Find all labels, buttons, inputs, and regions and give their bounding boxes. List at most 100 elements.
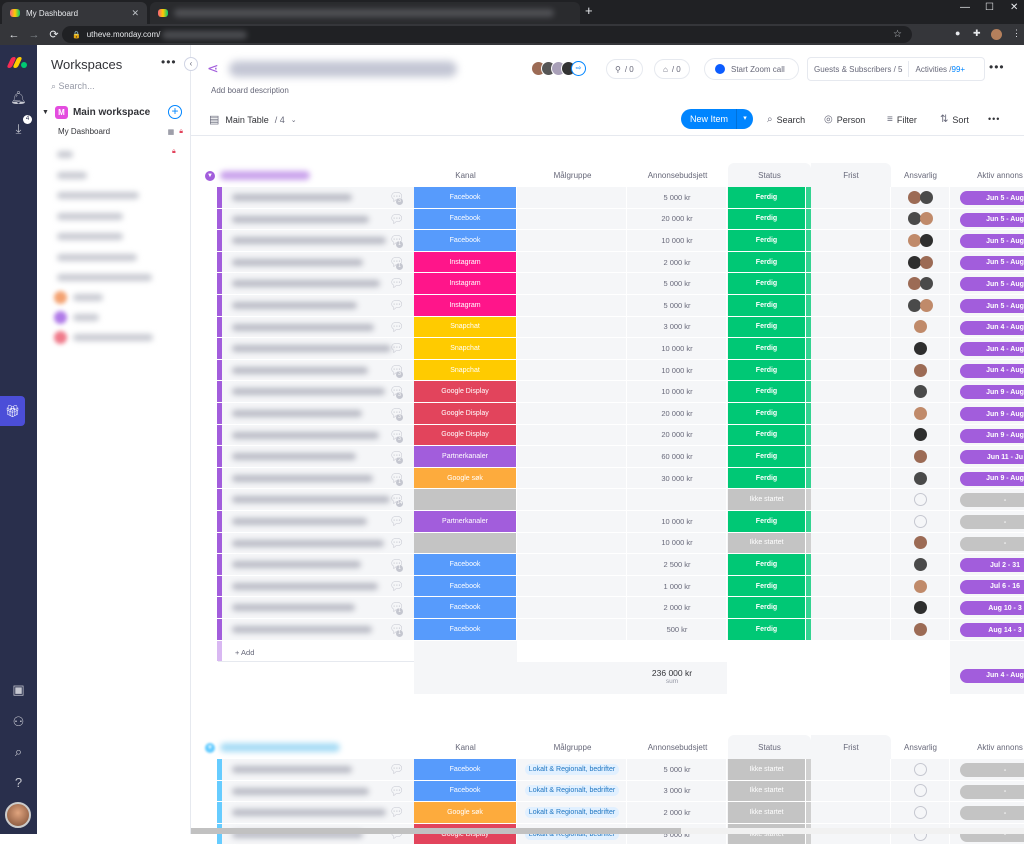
kanal-cell[interactable]: Facebook	[414, 597, 517, 618]
comment-bubble-icon[interactable]: 💬︎	[389, 342, 404, 355]
column-header-status[interactable]: Status	[728, 163, 811, 187]
workspaces-more-icon[interactable]: •••	[161, 55, 177, 69]
status-cell[interactable]: Ferdig	[728, 446, 806, 467]
frist-cell[interactable]	[811, 338, 891, 359]
status-cell[interactable]: Ikke startet	[728, 532, 806, 554]
comment-bubble-icon[interactable]: 💬︎ 1	[389, 472, 404, 486]
timeline-pill[interactable]: -	[960, 493, 1024, 508]
automations-button[interactable]: ⌂/ 0	[654, 59, 690, 79]
budget-cell[interactable]: 60 000 kr	[628, 446, 727, 467]
status-cell[interactable]: Ikke startet	[728, 489, 806, 510]
column-header-kanal[interactable]: Kanal	[414, 163, 517, 187]
frist-cell[interactable]	[811, 823, 891, 845]
column-header-frist[interactable]: Frist	[811, 735, 891, 759]
ansvarlig-cell[interactable]	[891, 359, 950, 381]
status-cell[interactable]: Ferdig	[728, 208, 806, 230]
timeline-pill[interactable]: Jun 5 - Aug	[960, 277, 1024, 292]
table-row[interactable]: 💬︎ Facebook Lokalt & Regionalt, bedrifter 5…	[217, 759, 1024, 781]
column-header-kanal[interactable]: Kanal	[414, 735, 517, 759]
ansvarlig-cell[interactable]	[891, 273, 950, 294]
status-cell[interactable]: Ferdig	[728, 511, 806, 532]
table-row[interactable]: 💬︎ 1 Facebook 500 kr Ferdig Aug 14 - 3	[217, 619, 1024, 641]
malgruppe-cell[interactable]	[518, 532, 627, 554]
board-title[interactable]	[229, 61, 457, 77]
frist-cell[interactable]	[811, 295, 891, 316]
budget-cell[interactable]: 20 000 kr	[628, 208, 727, 230]
comment-bubble-icon[interactable]: 💬︎ 3	[389, 429, 404, 443]
comment-bubble-icon[interactable]: 💬︎	[389, 580, 404, 593]
blurred-board-item[interactable]	[57, 274, 152, 281]
table-row[interactable]: 💬︎ 1 Facebook 2 500 kr Ferdig Jul 2 - 31	[217, 554, 1024, 576]
url-field[interactable]: 🔒 utheve.monday.com/ ☆	[62, 26, 912, 43]
malgruppe-cell[interactable]	[518, 338, 627, 359]
item-name[interactable]	[232, 604, 355, 612]
column-header-aktiv-annons[interactable]: Aktiv annons	[960, 163, 1024, 187]
malgruppe-cell[interactable]	[518, 316, 627, 338]
kanal-cell[interactable]: Facebook	[414, 554, 517, 575]
timeline-pill[interactable]: Aug 14 - 3	[960, 623, 1024, 637]
table-row[interactable]: 💬︎ Facebook Lokalt & Regionalt, bedrifter 3…	[217, 780, 1024, 803]
malgruppe-cell[interactable]	[518, 511, 627, 532]
status-cell[interactable]: Ferdig	[728, 273, 806, 294]
view-selector[interactable]: ▤ Main Table / 4 ⌄	[209, 113, 297, 126]
item-name[interactable]	[232, 237, 386, 245]
budget-cell[interactable]: 5 000 kr	[628, 273, 727, 294]
budget-cell[interactable]: 2 000 kr	[628, 597, 727, 618]
board-more-icon[interactable]: •••	[989, 60, 1005, 74]
search-button[interactable]: ⌕ Search	[767, 114, 805, 125]
blurred-board-item[interactable]	[57, 172, 87, 179]
ansvarlig-cell[interactable]	[891, 597, 950, 618]
bookmark-star-icon[interactable]: ☆	[893, 29, 902, 40]
timeline-pill[interactable]: -	[960, 806, 1024, 821]
status-cell[interactable]: Ferdig	[728, 251, 806, 273]
status-cell[interactable]: Ferdig	[728, 403, 806, 424]
status-cell[interactable]: Ferdig	[728, 597, 806, 618]
comment-bubble-icon[interactable]: 💬︎ 1	[389, 601, 404, 616]
status-cell[interactable]: Ikke startet	[728, 759, 806, 780]
sidebar-item-my-dashboard[interactable]: My Dashboard ▦ 🔒︎	[58, 127, 183, 136]
ansvarlig-cell[interactable]	[891, 532, 950, 554]
workspace-search-input[interactable]: ⌕ Search...	[51, 81, 95, 92]
comment-bubble-icon[interactable]: 💬︎ 3	[389, 191, 404, 205]
table-row[interactable]: 💬︎ Snapchat 3 000 kr Ferdig Jun 4 - Aug	[217, 316, 1024, 339]
status-cell[interactable]: Ikke startet	[728, 823, 806, 845]
inbox-download-icon[interactable]: ⤓	[0, 121, 37, 137]
budget-cell[interactable]: 5 000 kr	[628, 187, 727, 208]
malgruppe-cell[interactable]	[518, 424, 627, 446]
ansvarlig-cell[interactable]	[891, 424, 950, 446]
frist-cell[interactable]	[811, 554, 891, 575]
malgruppe-cell[interactable]	[518, 208, 627, 230]
activities-button[interactable]: Activities /99+	[915, 65, 965, 74]
malgruppe-cell[interactable]	[518, 403, 627, 424]
column-header-annonsebudsjett[interactable]: Annonsebudsjett	[628, 735, 727, 759]
table-row[interactable]: 💬︎ Instagram 5 000 kr Ferdig Jun 5 - Aug	[217, 273, 1024, 295]
table-row[interactable]: 💬︎ Instagram 5 000 kr Ferdig Jun 5 - Aug	[217, 295, 1024, 317]
comment-bubble-icon[interactable]: 💬︎	[389, 537, 404, 550]
blurred-board-item[interactable]	[57, 151, 73, 158]
column-header-annonsebudsjett[interactable]: Annonsebudsjett	[628, 163, 727, 187]
new-tab-button[interactable]: +	[585, 3, 593, 18]
malgruppe-cell[interactable]: Lokalt & Regionalt, bedrifter	[518, 780, 627, 802]
timeline-pill[interactable]: Jun 9 - Aug	[960, 385, 1024, 400]
table-row[interactable]: 💬︎ Facebook 1 000 kr Ferdig Jul 6 - 16	[217, 575, 1024, 598]
browser-menu-icon[interactable]: ⋮	[1012, 28, 1021, 39]
budget-cell[interactable]: 500 kr	[628, 619, 727, 640]
item-name[interactable]	[232, 258, 363, 266]
frist-cell[interactable]	[811, 532, 891, 554]
browser-tab-other[interactable]	[150, 2, 580, 24]
malgruppe-cell[interactable]	[518, 554, 627, 575]
budget-cell[interactable]: 2 000 kr	[628, 802, 727, 823]
frist-cell[interactable]	[811, 489, 891, 510]
ansvarlig-cell[interactable]	[891, 251, 950, 273]
comment-bubble-icon[interactable]: 💬︎	[389, 321, 404, 334]
table-row[interactable]: 💬︎ 3 Snapchat 10 000 kr Ferdig Jun 4 - Aug	[217, 359, 1024, 382]
table-row[interactable]: 💬︎ 1 Facebook 10 000 kr Ferdig Jun 5 - Aug	[217, 230, 1024, 252]
group-collapse-icon[interactable]: ▼	[205, 171, 215, 181]
ansvarlig-cell[interactable]	[891, 381, 950, 402]
timeline-pill[interactable]: Jun 4 - Aug	[960, 363, 1024, 378]
malgruppe-cell[interactable]	[518, 295, 627, 316]
frist-cell[interactable]	[811, 446, 891, 467]
item-name[interactable]	[232, 582, 378, 590]
item-name[interactable]	[232, 539, 384, 547]
ansvarlig-cell[interactable]	[891, 619, 950, 640]
